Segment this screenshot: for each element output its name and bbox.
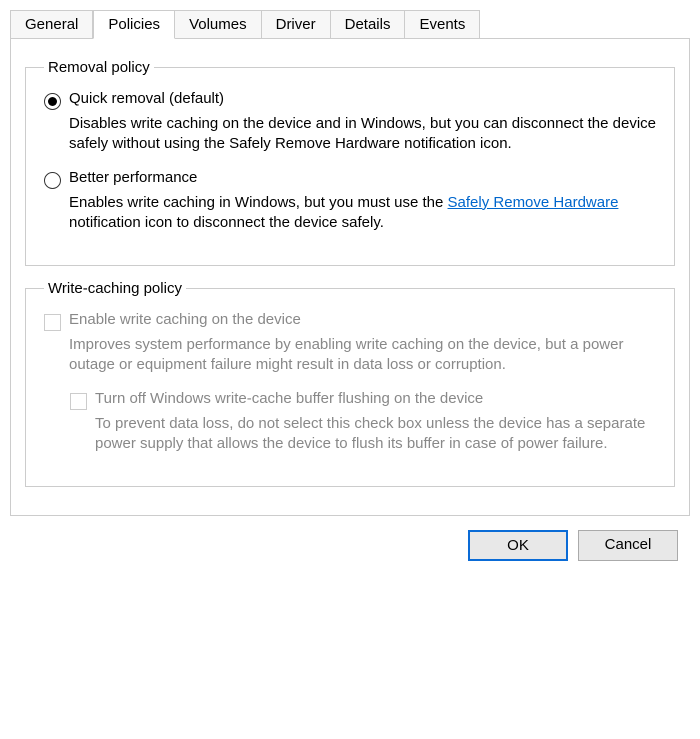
- tab-strip: General Policies Volumes Driver Details …: [10, 10, 690, 39]
- nested-option-container: Turn off Windows write-cache buffer flus…: [70, 390, 656, 455]
- tab-events[interactable]: Events: [405, 10, 480, 38]
- desc-prefix: Enables write caching in Windows, but yo…: [69, 194, 448, 211]
- turn-off-flush-option: Turn off Windows write-cache buffer flus…: [70, 390, 656, 410]
- better-performance-label: Better performance: [69, 169, 197, 186]
- checkbox-icon: [44, 314, 61, 331]
- safely-remove-hardware-link[interactable]: Safely Remove Hardware: [448, 194, 619, 211]
- write-caching-policy-legend: Write-caching policy: [44, 280, 186, 297]
- ok-button[interactable]: OK: [468, 530, 568, 561]
- tab-content-policies: Removal policy Quick removal (default) D…: [10, 39, 690, 516]
- cancel-button[interactable]: Cancel: [578, 530, 678, 561]
- enable-write-caching-option: Enable write caching on the device: [44, 311, 656, 331]
- tab-details[interactable]: Details: [331, 10, 406, 38]
- quick-removal-desc: Disables write caching on the device and…: [69, 114, 656, 155]
- tab-driver[interactable]: Driver: [262, 10, 331, 38]
- removal-policy-legend: Removal policy: [44, 59, 154, 76]
- radio-icon[interactable]: [44, 93, 61, 110]
- enable-write-caching-desc: Improves system performance by enabling …: [69, 335, 656, 376]
- properties-dialog: General Policies Volumes Driver Details …: [0, 0, 700, 575]
- dialog-button-row: OK Cancel: [10, 516, 690, 575]
- desc-suffix: notification icon to disconnect the devi…: [69, 214, 384, 231]
- tab-volumes[interactable]: Volumes: [175, 10, 262, 38]
- tab-general[interactable]: General: [10, 10, 93, 38]
- enable-write-caching-label: Enable write caching on the device: [69, 311, 301, 328]
- turn-off-flush-desc: To prevent data loss, do not select this…: [95, 414, 656, 455]
- quick-removal-label: Quick removal (default): [69, 90, 224, 107]
- turn-off-flush-label: Turn off Windows write-cache buffer flus…: [95, 390, 483, 407]
- better-performance-option[interactable]: Better performance: [44, 169, 656, 189]
- better-performance-desc: Enables write caching in Windows, but yo…: [69, 193, 656, 234]
- write-caching-policy-group: Write-caching policy Enable write cachin…: [25, 280, 675, 487]
- radio-icon[interactable]: [44, 172, 61, 189]
- quick-removal-option[interactable]: Quick removal (default): [44, 90, 656, 110]
- tab-policies[interactable]: Policies: [93, 10, 175, 39]
- removal-policy-group: Removal policy Quick removal (default) D…: [25, 59, 675, 266]
- checkbox-icon: [70, 393, 87, 410]
